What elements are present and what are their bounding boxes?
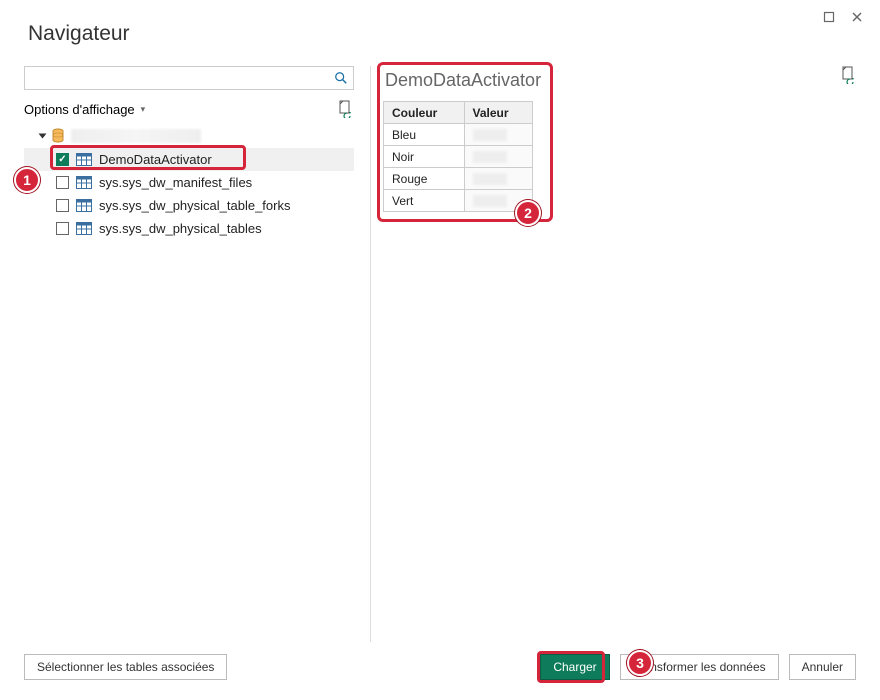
export-icon[interactable] <box>840 66 856 87</box>
tree-item-label: DemoDataActivator <box>99 152 212 167</box>
load-button[interactable]: Charger <box>540 654 609 680</box>
search-input[interactable] <box>24 66 354 90</box>
table-icon <box>76 176 92 189</box>
tree-root[interactable] <box>24 124 354 148</box>
database-icon <box>51 128 65 144</box>
caret-icon[interactable] <box>39 134 47 139</box>
cell: Noir <box>384 146 465 168</box>
table-row[interactable]: Rouge <box>384 168 533 190</box>
checkbox[interactable] <box>56 222 69 235</box>
cell <box>464 124 533 146</box>
display-options-label: Options d'affichage <box>24 102 135 117</box>
select-related-tables-button[interactable]: Sélectionner les tables associées <box>24 654 227 680</box>
display-options-dropdown[interactable]: Options d'affichage ▾ <box>24 102 145 117</box>
maximize-button[interactable] <box>820 8 838 26</box>
table-row[interactable]: Bleu <box>384 124 533 146</box>
table-icon <box>76 222 92 235</box>
search-icon[interactable] <box>332 69 350 87</box>
tree-item-demodataactivator[interactable]: DemoDataActivator <box>24 148 354 171</box>
preview-title: DemoDataActivator <box>385 70 553 91</box>
cancel-button[interactable]: Annuler <box>789 654 856 680</box>
chevron-down-icon: ▾ <box>141 104 146 115</box>
tree-item-physical-tables[interactable]: sys.sys_dw_physical_tables <box>24 217 354 240</box>
tree-item-physical-table-forks[interactable]: sys.sys_dw_physical_table_forks <box>24 194 354 217</box>
cell: Bleu <box>384 124 465 146</box>
pane-divider[interactable] <box>370 66 371 642</box>
column-header[interactable]: Valeur <box>464 102 533 124</box>
close-button[interactable] <box>848 8 866 26</box>
cell: Vert <box>384 190 465 212</box>
tree-item-manifest-files[interactable]: sys.sys_dw_manifest_files <box>24 171 354 194</box>
table-icon <box>76 153 92 166</box>
table-icon <box>76 199 92 212</box>
preview-table: Couleur Valeur Bleu Noir Rouge Vert <box>383 101 533 212</box>
page-title: Navigateur <box>28 22 856 46</box>
database-name-redacted <box>71 129 201 143</box>
tree-item-label: sys.sys_dw_physical_tables <box>99 221 262 236</box>
checkbox[interactable] <box>56 153 69 166</box>
cell: Rouge <box>384 168 465 190</box>
transform-data-button[interactable]: Transformer les données <box>620 654 779 680</box>
tree-item-label: sys.sys_dw_manifest_files <box>99 175 252 190</box>
tree-item-label: sys.sys_dw_physical_table_forks <box>99 198 290 213</box>
checkbox[interactable] <box>56 176 69 189</box>
refresh-icon[interactable] <box>336 100 354 118</box>
tree-view[interactable]: DemoDataActivator sys.sys_dw_manifest_fi… <box>24 124 354 642</box>
table-row[interactable]: Vert <box>384 190 533 212</box>
checkbox[interactable] <box>56 199 69 212</box>
cell <box>464 190 533 212</box>
cell <box>464 146 533 168</box>
column-header[interactable]: Couleur <box>384 102 465 124</box>
cell <box>464 168 533 190</box>
table-row[interactable]: Noir <box>384 146 533 168</box>
